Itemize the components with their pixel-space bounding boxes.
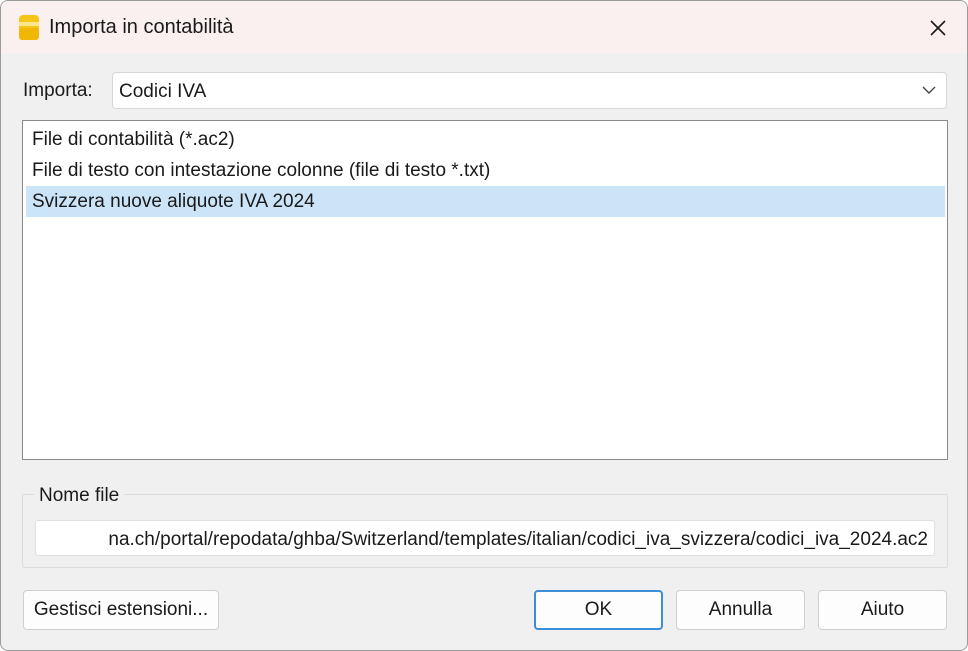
window-title: Importa in contabilità [49, 16, 234, 38]
cancel-button[interactable]: Annulla [676, 590, 805, 630]
close-button[interactable] [913, 9, 963, 47]
manage-extensions-button[interactable]: Gestisci estensioni... [23, 590, 219, 630]
import-label: Importa: [23, 80, 93, 101]
chevron-down-icon [922, 86, 936, 94]
banana-app-icon [19, 15, 39, 40]
help-button[interactable]: Aiuto [818, 590, 947, 630]
file-group-title: Nome file [34, 485, 125, 507]
file-name-field[interactable]: na.ch/portal/repodata/ghba/Switzerland/t… [35, 520, 935, 556]
ok-button[interactable]: OK [534, 590, 663, 630]
import-source-list[interactable]: File di contabilità (*.ac2) File di test… [22, 120, 948, 460]
list-item[interactable]: File di contabilità (*.ac2) [26, 124, 945, 155]
file-name-value: na.ch/portal/repodata/ghba/Switzerland/t… [108, 529, 928, 550]
close-icon [930, 20, 946, 36]
import-dialog: Importa in contabilità Importa: Codici I… [0, 0, 968, 651]
title-bar: Importa in contabilità [1, 1, 967, 53]
import-type-select[interactable]: Codici IVA [112, 72, 947, 109]
import-type-value: Codici IVA [119, 81, 207, 102]
list-item-selected[interactable]: Svizzera nuove aliquote IVA 2024 [26, 186, 945, 217]
list-item[interactable]: File di testo con intestazione colonne (… [26, 155, 945, 186]
